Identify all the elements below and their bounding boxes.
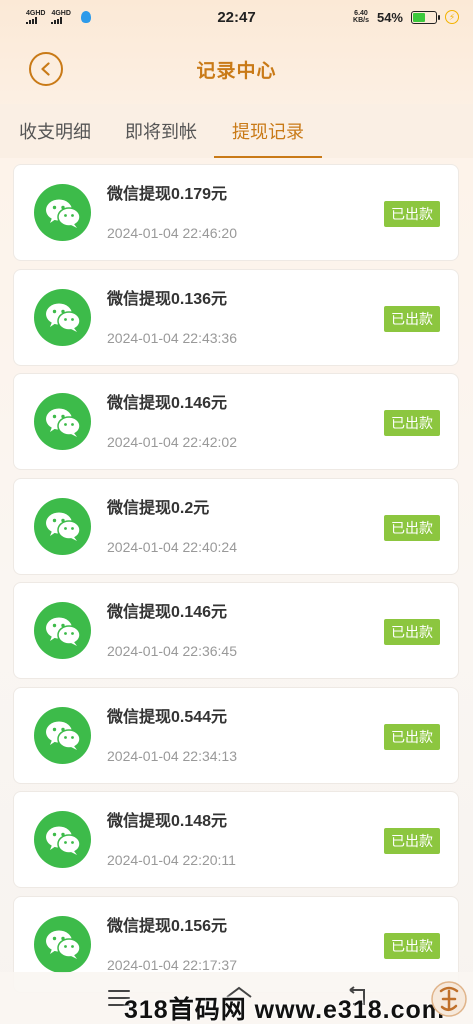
withdrawal-record-card[interactable]: 微信提现0.2元 2024-01-04 22:40:24 已出款 — [13, 477, 459, 575]
charging-icon: ⚡ — [445, 10, 459, 24]
back-button[interactable] — [29, 52, 63, 86]
status-badge: 已出款 — [384, 932, 440, 959]
status-badge: 已出款 — [384, 201, 440, 227]
active-tab-indicator — [214, 156, 322, 158]
record-time: 2024-01-04 22:36:45 — [107, 643, 237, 659]
status-badge: 已出款 — [384, 723, 440, 750]
tab-label: 收支明细 — [19, 122, 91, 142]
tab-pending-arrival[interactable]: 即将到帐 — [116, 104, 206, 158]
wechat-icon — [45, 721, 81, 750]
record-title: 微信提现0.179元 — [107, 186, 228, 203]
record-time: 2024-01-04 22:42:02 — [107, 434, 237, 450]
page-title: 记录中心 — [196, 60, 277, 82]
withdrawal-record-card[interactable]: 微信提现0.146元 2024-01-04 22:36:45 已出款 — [13, 582, 459, 679]
withdrawal-record-card[interactable]: 微信提现0.544元 2024-01-04 22:34:13 已出款 — [13, 686, 459, 784]
wechat-icon-badge — [34, 602, 91, 659]
withdrawal-record-card[interactable]: 微信提现0.146元 2024-01-04 22:42:02 已出款 — [13, 373, 459, 470]
record-time: 2024-01-04 22:34:13 — [107, 747, 237, 764]
status-badge: 已出款 — [384, 410, 440, 436]
wechat-icon — [45, 617, 81, 646]
record-title: 微信提现0.2元 — [107, 499, 210, 517]
tab-withdrawal-records[interactable]: 提现记录 — [214, 104, 322, 158]
record-title: 微信提现0.146元 — [107, 395, 228, 412]
record-title: 微信提现0.146元 — [107, 604, 228, 621]
tab-label: 提现记录 — [232, 122, 304, 142]
record-title: 微信提现0.148元 — [107, 813, 228, 830]
status-badge: 已出款 — [384, 305, 440, 332]
wechat-icon — [45, 512, 81, 541]
status-badge: 已出款 — [384, 828, 440, 854]
status-badge: 已出款 — [384, 514, 440, 541]
status-bar: 4GHD 4GHD 22:47 6.40 KB/s 54% ⚡ — [0, 0, 473, 34]
record-title: 微信提现0.136元 — [107, 290, 228, 308]
tab-income-expense[interactable]: 收支明细 — [10, 104, 100, 158]
wechat-icon-badge — [34, 184, 91, 241]
wechat-icon-badge — [34, 915, 91, 973]
record-time: 2024-01-04 22:20:11 — [107, 852, 236, 868]
record-time: 2024-01-04 22:43:36 — [107, 329, 237, 346]
page-header: 记录中心 — [0, 34, 473, 104]
record-title: 微信提现0.544元 — [107, 708, 228, 726]
wechat-icon-badge — [34, 288, 91, 346]
record-time: 2024-01-04 22:46:20 — [107, 225, 237, 241]
qq-notification-icon — [80, 11, 91, 23]
watermark-logo-icon — [431, 981, 467, 1017]
wechat-icon-badge — [34, 393, 91, 450]
battery-icon — [411, 10, 440, 24]
status-badge: 已出款 — [384, 619, 440, 645]
tab-label: 即将到帐 — [125, 122, 197, 142]
wechat-icon-badge — [34, 706, 91, 764]
wechat-icon — [45, 826, 81, 855]
wechat-icon — [45, 199, 81, 228]
cellular-signal-icon: 4GHD — [26, 10, 45, 24]
chevron-left-icon — [41, 62, 50, 76]
record-title: 微信提现0.156元 — [107, 917, 228, 935]
wechat-icon — [45, 930, 81, 959]
network-speed: 6.40 KB/s — [353, 10, 369, 24]
record-time: 2024-01-04 22:40:24 — [107, 538, 237, 555]
withdrawal-record-card[interactable]: 微信提现0.179元 2024-01-04 22:46:20 已出款 — [13, 164, 459, 261]
wechat-icon — [45, 303, 81, 332]
wechat-icon-badge — [34, 811, 91, 868]
battery-percent: 54% — [376, 9, 403, 25]
watermark-text: 318首码网 www.e318.com — [124, 996, 445, 1024]
record-time: 2024-01-04 22:17:37 — [107, 956, 237, 973]
wechat-icon-badge — [34, 497, 91, 555]
tab-bar: 收支明细 即将到帐 提现记录 — [0, 104, 473, 158]
withdrawal-record-card[interactable]: 微信提现0.148元 2024-01-04 22:20:11 已出款 — [13, 791, 459, 888]
wechat-icon — [45, 408, 81, 437]
cellular-signal-icon: 4GHD — [51, 10, 71, 24]
withdrawal-record-card[interactable]: 微信提现0.136元 2024-01-04 22:43:36 已出款 — [13, 268, 459, 366]
